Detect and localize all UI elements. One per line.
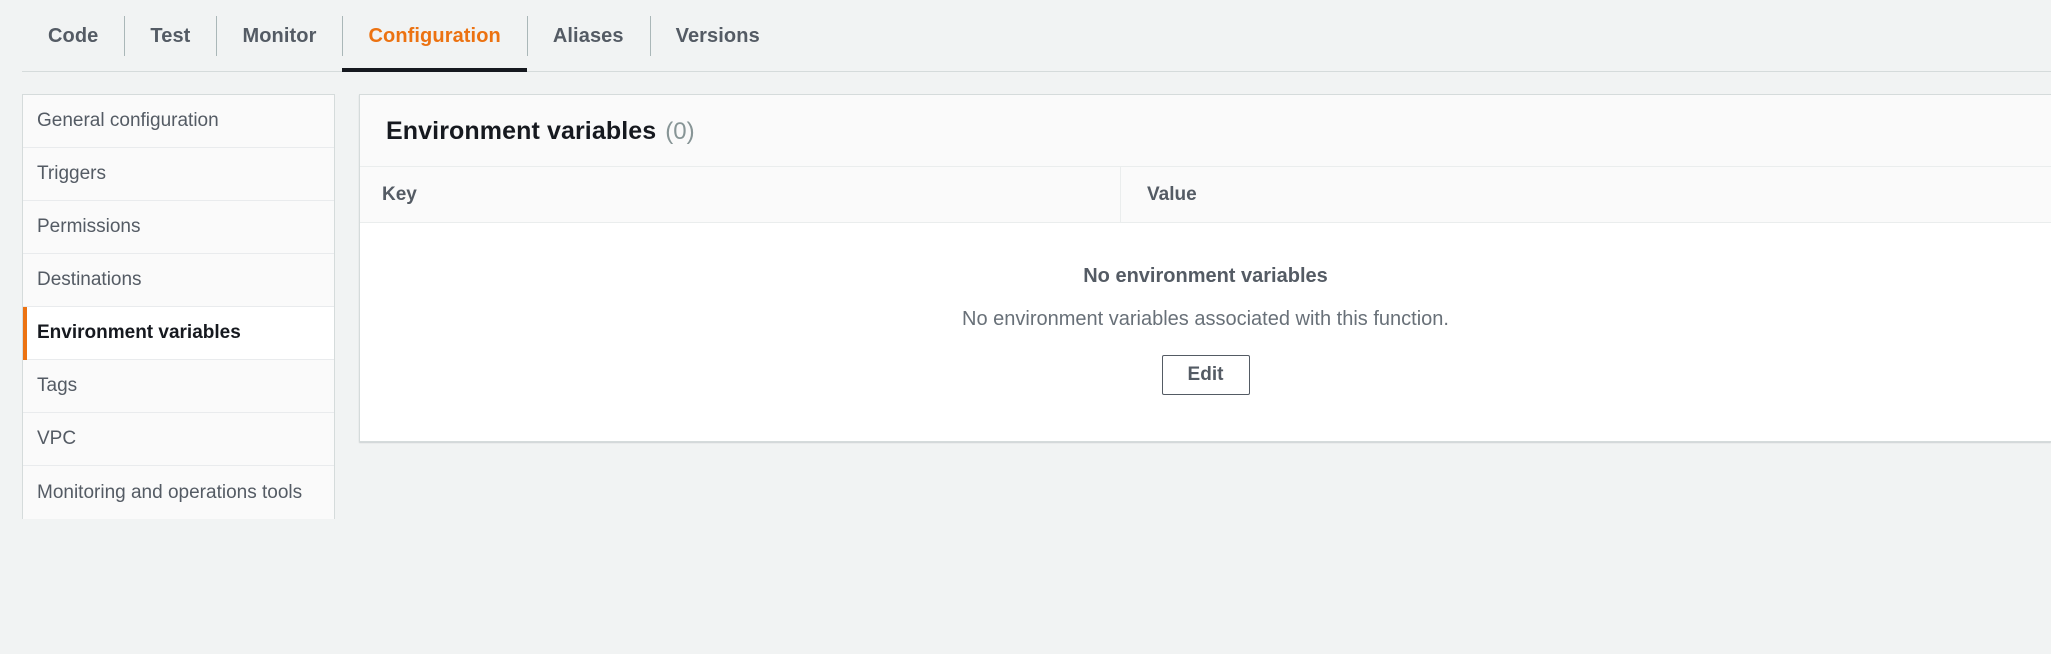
sidebar-item-label: Permissions (37, 216, 141, 237)
tab-label: Aliases (552, 24, 624, 47)
tab-configuration[interactable]: Configuration (342, 0, 528, 72)
column-header-value[interactable]: Value (1120, 167, 2051, 222)
tab-label: Test (150, 24, 191, 47)
sidebar-item-environment-variables[interactable]: Environment variables (23, 307, 334, 360)
sidebar-item-label: Environment variables (37, 322, 241, 343)
column-header-label: Key (382, 183, 417, 205)
sidebar-item-label: Triggers (37, 163, 106, 184)
function-tab-bar: Code Test Monitor Configuration Aliases … (0, 0, 2051, 72)
empty-state-description: No environment variables associated with… (962, 308, 1449, 330)
item-count: (0) (665, 118, 695, 145)
sidebar-item-general-configuration[interactable]: General configuration (23, 95, 334, 148)
tab-monitor[interactable]: Monitor (216, 0, 342, 72)
tab-code[interactable]: Code (22, 0, 124, 72)
tab-test[interactable]: Test (124, 0, 216, 72)
sidebar-item-monitoring-and-operations-tools[interactable]: Monitoring and operations tools (23, 466, 334, 519)
tab-aliases[interactable]: Aliases (526, 0, 650, 72)
edit-button[interactable]: Edit (1161, 355, 1250, 395)
column-header-key[interactable]: Key (360, 167, 1120, 222)
sidebar-item-tags[interactable]: Tags (23, 360, 334, 413)
tab-label: Configuration (368, 24, 501, 47)
sidebar-item-triggers[interactable]: Triggers (23, 148, 334, 201)
sidebar-item-permissions[interactable]: Permissions (23, 201, 334, 254)
configuration-sidebar: General configuration Triggers Permissio… (22, 94, 335, 519)
empty-state-title: No environment variables (1083, 265, 1328, 287)
tab-label: Monitor (242, 24, 317, 47)
tab-versions[interactable]: Versions (649, 0, 786, 72)
table-header-row: Key Value (360, 167, 2051, 223)
sidebar-item-label: Monitoring and operations tools (37, 481, 303, 503)
empty-state: No environment variables No environment … (360, 223, 2051, 441)
tab-label: Versions (675, 24, 760, 47)
sidebar-item-label: Tags (37, 375, 78, 396)
panel-header: Environment variables (0) (360, 95, 2051, 167)
sidebar-item-label: Destinations (37, 269, 142, 290)
environment-variables-panel-wrapper: Environment variables (0) Key Value No e… (335, 94, 2051, 442)
page-title: Environment variables (386, 117, 657, 145)
environment-variables-panel: Environment variables (0) Key Value No e… (359, 94, 2051, 442)
configuration-content: General configuration Triggers Permissio… (0, 72, 2051, 654)
sidebar-item-destinations[interactable]: Destinations (23, 254, 334, 307)
column-header-label: Value (1147, 183, 1197, 205)
sidebar-item-label: General configuration (37, 110, 219, 131)
sidebar-item-vpc[interactable]: VPC (23, 413, 334, 466)
tab-label: Code (48, 24, 99, 47)
sidebar-item-label: VPC (37, 428, 77, 449)
